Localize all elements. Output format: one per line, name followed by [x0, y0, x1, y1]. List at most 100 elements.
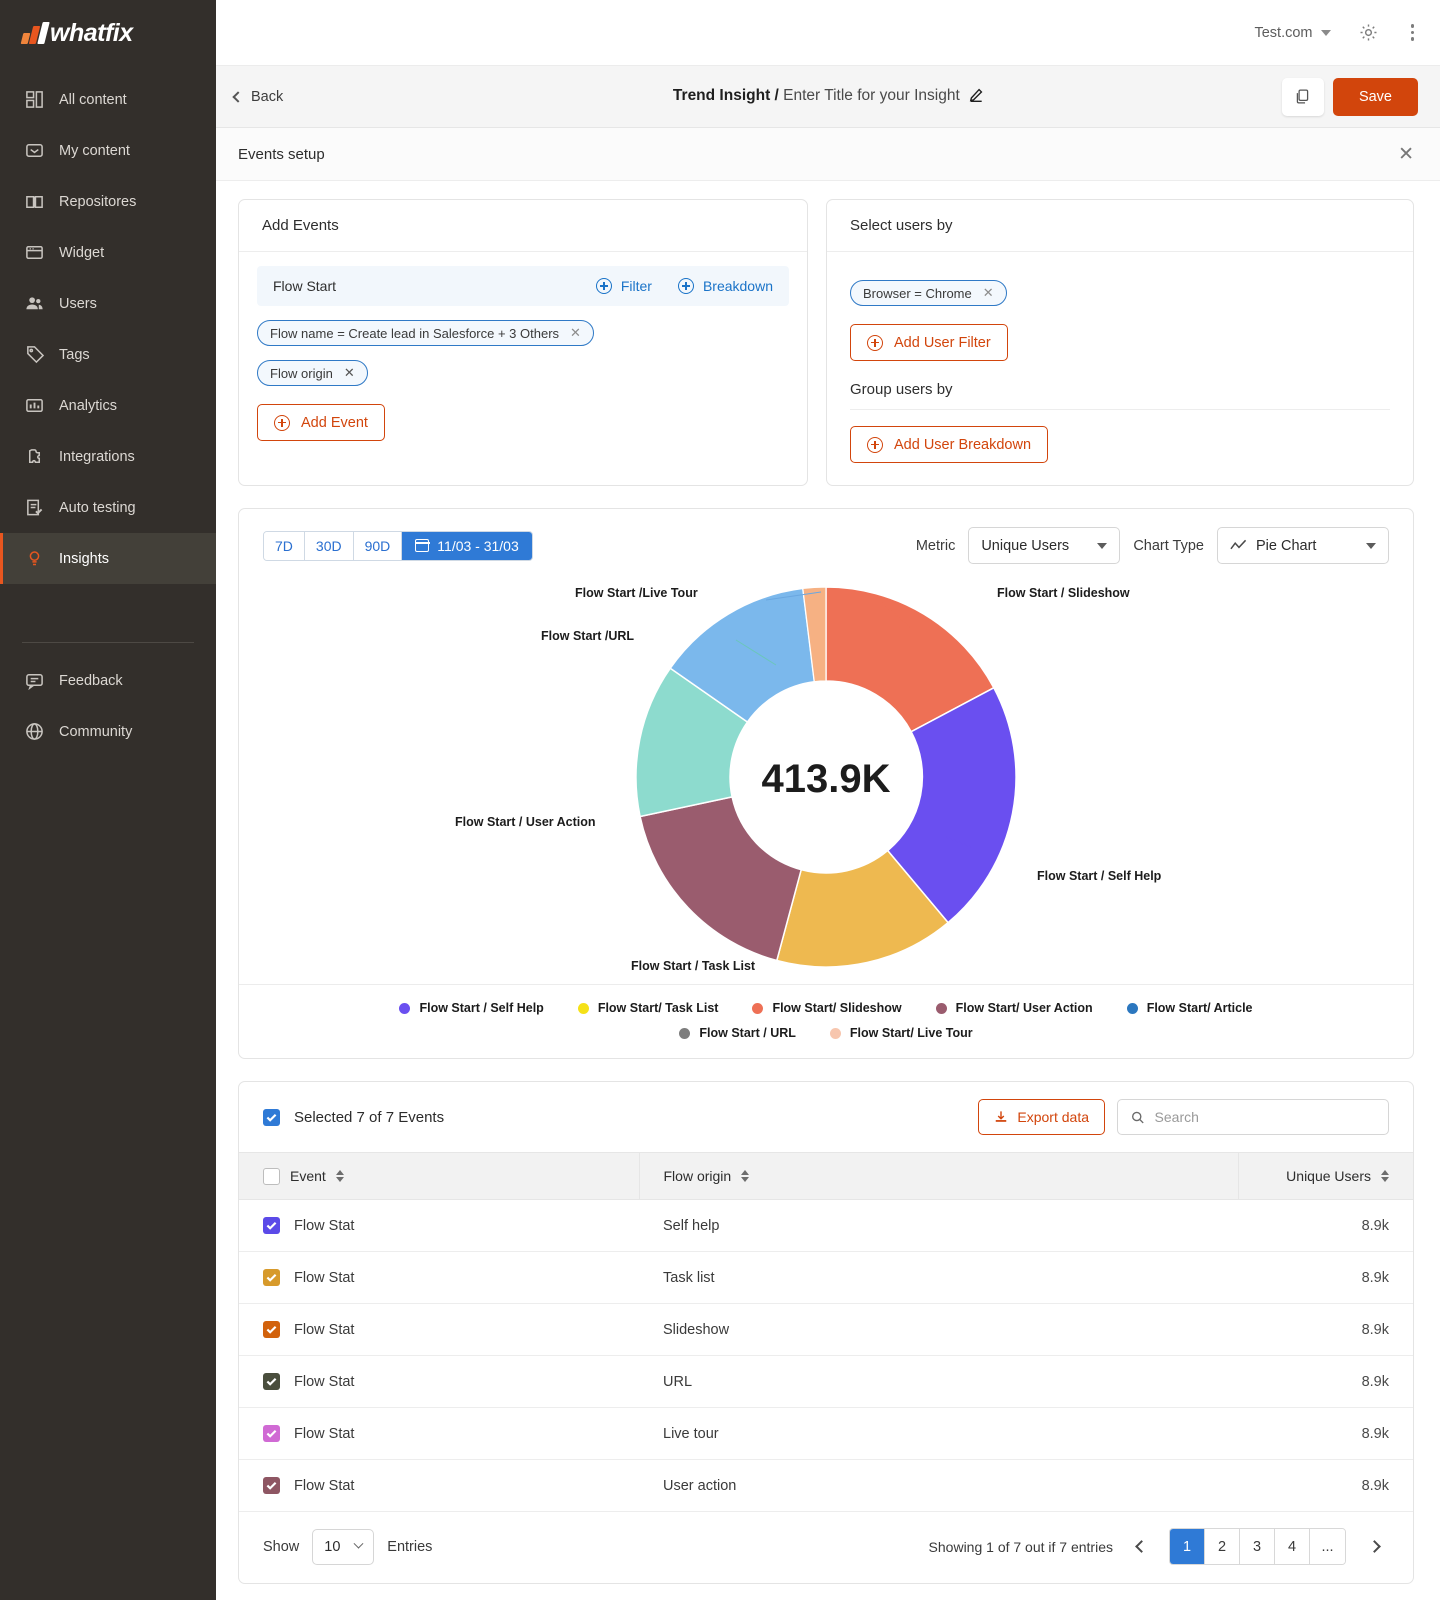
range-7d[interactable]: 7D: [264, 532, 305, 560]
page-1[interactable]: 1: [1170, 1529, 1205, 1564]
table-row[interactable]: Flow Stat URL 8.9k: [239, 1356, 1413, 1408]
col-event[interactable]: Event: [239, 1153, 639, 1200]
slice-user-action[interactable]: [640, 797, 801, 961]
callout-user-action: Flow Start / User Action: [455, 815, 596, 829]
table-row[interactable]: Flow Stat User action 8.9k: [239, 1460, 1413, 1512]
sidebar-item-my-content[interactable]: My content: [0, 125, 216, 176]
chevron-left-icon[interactable]: [1126, 1532, 1156, 1562]
table-row[interactable]: Flow Stat Slideshow 8.9k: [239, 1304, 1413, 1356]
save-button[interactable]: Save: [1333, 78, 1418, 116]
sidebar-item-auto-testing[interactable]: Auto testing: [0, 482, 216, 533]
legend-swatch: [830, 1028, 841, 1039]
remove-chip-icon[interactable]: ✕: [983, 285, 994, 301]
col-flow-origin[interactable]: Flow origin: [639, 1153, 1238, 1200]
donut-svg[interactable]: 413.9K: [616, 570, 1036, 984]
sidebar-item-label: Repositores: [59, 194, 136, 210]
search-box[interactable]: [1117, 1099, 1389, 1135]
sidebar-item-insights[interactable]: Insights: [0, 533, 216, 584]
select-all-checkbox[interactable]: [263, 1109, 280, 1126]
legend-item-article[interactable]: Flow Start/ Article: [1127, 1001, 1253, 1015]
table-toolbar: Selected 7 of 7 Events Export data: [239, 1082, 1413, 1152]
legend-label: Flow Start/ Live Tour: [850, 1026, 973, 1040]
cell-origin: Slideshow: [639, 1304, 1238, 1356]
metric-select[interactable]: Unique Users: [968, 527, 1120, 564]
page-ellipsis[interactable]: ...: [1310, 1529, 1345, 1564]
legend-item-user-action[interactable]: Flow Start/ User Action: [936, 1001, 1093, 1015]
range-90d[interactable]: 90D: [354, 532, 403, 560]
sidebar-item-all-content[interactable]: All content: [0, 74, 216, 125]
col-unique-users[interactable]: Unique Users: [1238, 1153, 1413, 1200]
add-user-breakdown-button[interactable]: Add User Breakdown: [850, 426, 1048, 463]
page-4[interactable]: 4: [1275, 1529, 1310, 1564]
callout-url: Flow Start /URL: [541, 629, 634, 643]
sidebar-item-analytics[interactable]: Analytics: [0, 380, 216, 431]
legend-item-task-list[interactable]: Flow Start/ Task List: [578, 1001, 719, 1015]
legend-label: Flow Start / Self Help: [419, 1001, 543, 1015]
filter-chip-flow-name[interactable]: Flow name = Create lead in Salesforce + …: [257, 320, 594, 346]
chevron-down-icon: [1366, 543, 1376, 549]
custom-date-range[interactable]: 11/03 - 31/03: [402, 532, 531, 560]
table-row[interactable]: Flow Stat Task list 8.9k: [239, 1252, 1413, 1304]
legend-swatch: [399, 1003, 410, 1014]
breakdown-chip-flow-origin[interactable]: Flow origin ✕: [257, 360, 368, 386]
remove-chip-icon[interactable]: ✕: [344, 365, 355, 381]
calendar-icon: [415, 539, 429, 552]
add-filter-button[interactable]: Filter: [596, 278, 652, 294]
export-data-button[interactable]: Export data: [978, 1099, 1105, 1135]
sidebar-item-community[interactable]: Community: [0, 706, 216, 757]
table-row[interactable]: Flow Stat Self help 8.9k: [239, 1200, 1413, 1252]
cell-users: 8.9k: [1238, 1304, 1413, 1356]
page-2[interactable]: 2: [1205, 1529, 1240, 1564]
range-30d[interactable]: 30D: [305, 532, 354, 560]
search-input[interactable]: [1155, 1109, 1375, 1125]
header-checkbox[interactable]: [263, 1168, 280, 1185]
legend-item-slideshow[interactable]: Flow Start/ Slideshow: [752, 1001, 901, 1015]
page-size-select[interactable]: 10: [312, 1529, 374, 1565]
table-row[interactable]: Flow Stat Live tour 8.9k: [239, 1408, 1413, 1460]
cell-event: Flow Stat: [239, 1304, 639, 1356]
legend-item-self-help[interactable]: Flow Start / Self Help: [399, 1001, 543, 1015]
remove-chip-icon[interactable]: ✕: [570, 325, 581, 341]
sidebar-item-label: Users: [59, 296, 97, 312]
user-filter-chip-browser[interactable]: Browser = Chrome ✕: [850, 280, 1007, 306]
legend-label: Flow Start/ Article: [1147, 1001, 1253, 1015]
pencil-icon[interactable]: [969, 88, 983, 107]
sidebar-item-users[interactable]: Users: [0, 278, 216, 329]
add-breakdown-button[interactable]: Breakdown: [678, 278, 773, 294]
sidebar-item-repositores[interactable]: Repositores: [0, 176, 216, 227]
back-button[interactable]: Back: [234, 89, 283, 105]
sidebar-item-feedback[interactable]: Feedback: [0, 655, 216, 706]
add-event-button[interactable]: Add Event: [257, 404, 385, 441]
row-checkbox[interactable]: [263, 1269, 280, 1286]
entries-label: Entries: [387, 1539, 432, 1555]
more-vertical-icon[interactable]: [1407, 20, 1419, 45]
row-checkbox[interactable]: [263, 1425, 280, 1442]
row-checkbox[interactable]: [263, 1477, 280, 1494]
sidebar-item-widget[interactable]: Widget: [0, 227, 216, 278]
sort-icon[interactable]: [1381, 1170, 1389, 1182]
duplicate-button[interactable]: [1282, 78, 1324, 116]
close-icon[interactable]: ✕: [1398, 145, 1414, 164]
chart-type-label: Chart Type: [1133, 538, 1204, 554]
col-label: Unique Users: [1286, 1168, 1371, 1184]
sort-icon[interactable]: [741, 1170, 749, 1182]
chart-type-select[interactable]: Pie Chart: [1217, 527, 1389, 564]
row-checkbox[interactable]: [263, 1217, 280, 1234]
sort-icon[interactable]: [336, 1170, 344, 1182]
legend-item-live-tour[interactable]: Flow Start/ Live Tour: [830, 1026, 973, 1040]
sidebar-item-tags[interactable]: Tags: [0, 329, 216, 380]
gear-icon[interactable]: [1357, 21, 1381, 45]
legend-item-url[interactable]: Flow Start / URL: [679, 1026, 796, 1040]
sidebar-item-integrations[interactable]: Integrations: [0, 431, 216, 482]
row-checkbox[interactable]: [263, 1321, 280, 1338]
account-switcher[interactable]: Test.com: [1254, 25, 1330, 41]
brand-logo[interactable]: whatfix: [0, 0, 216, 66]
chevron-right-icon[interactable]: [1359, 1532, 1389, 1562]
add-user-filter-button[interactable]: Add User Filter: [850, 324, 1008, 361]
cell-event: Flow Stat: [239, 1252, 639, 1304]
legend-label: Flow Start/ Task List: [598, 1001, 719, 1015]
plus-circle-icon: [678, 278, 694, 294]
page-3[interactable]: 3: [1240, 1529, 1275, 1564]
row-checkbox[interactable]: [263, 1373, 280, 1390]
sidebar-item-label: Auto testing: [59, 500, 136, 516]
